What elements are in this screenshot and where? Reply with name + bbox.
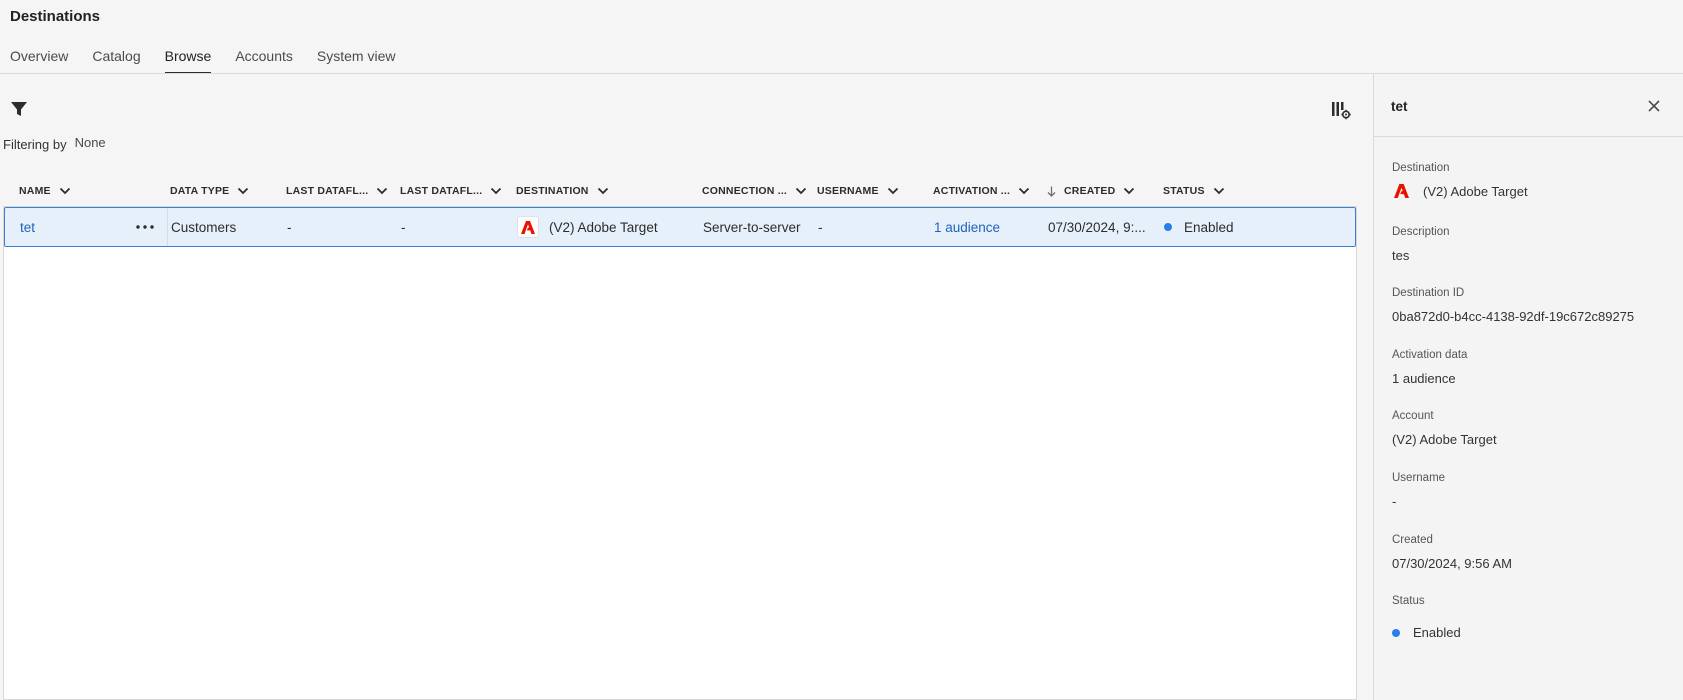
field-value-activation-data: 1 audience [1392, 371, 1456, 386]
column-header-label: USERNAME [817, 185, 879, 197]
filter-status: Filtering by None [3, 135, 106, 152]
column-header-created[interactable]: CREATED [1047, 176, 1135, 206]
chevron-down-icon [887, 187, 898, 195]
column-header-label: STATUS [1163, 185, 1205, 197]
tab-browse[interactable]: Browse [164, 47, 211, 75]
column-header-data-type[interactable]: DATA TYPE [170, 176, 249, 206]
row-activation-link[interactable]: 1 audience [934, 208, 1000, 246]
row-created: 07/30/2024, 9:... [1048, 219, 1146, 235]
column-header-name[interactable]: NAME [19, 176, 71, 206]
details-panel: tet Destination (V2) Adobe Target Descri… [1373, 74, 1683, 700]
column-header-last-dataflow-2[interactable]: LAST DATAFL... [400, 176, 502, 206]
filter-icon[interactable] [10, 100, 30, 118]
table-row[interactable]: tet Customers - - (V2) Adobe Target Serv… [4, 207, 1356, 247]
field-label-status: Status [1392, 595, 1425, 607]
tab-accounts[interactable]: Accounts [235, 47, 293, 75]
filtering-label: Filtering by [3, 137, 67, 152]
field-label-username: Username [1392, 472, 1446, 484]
chevron-down-icon [1213, 187, 1224, 195]
column-header-connection[interactable]: CONNECTION ... [702, 176, 807, 206]
adobe-logo-icon [1392, 182, 1410, 200]
chevron-down-icon [795, 187, 807, 195]
panel-divider [1374, 136, 1683, 137]
more-actions-icon[interactable] [135, 217, 155, 237]
adobe-logo-icon [517, 216, 539, 238]
destination-name: (V2) Adobe Target [549, 219, 658, 235]
field-value-account: (V2) Adobe Target [1392, 432, 1497, 447]
filtering-value: None [74, 135, 106, 150]
column-settings-icon[interactable] [1331, 100, 1351, 120]
field-value-created: 07/30/2024, 9:56 AM [1392, 556, 1512, 571]
chevron-down-icon [377, 187, 388, 195]
sort-descending-icon [1047, 186, 1056, 197]
field-label-destination-id: Destination ID [1392, 287, 1465, 299]
field-value-description: tes [1392, 248, 1410, 263]
row-username: - [818, 219, 823, 235]
field-label-created: Created [1392, 534, 1433, 546]
status-dot-icon [1164, 223, 1172, 231]
status-dot-icon [1392, 628, 1400, 637]
tab-system-view[interactable]: System view [317, 47, 396, 75]
chevron-down-icon [59, 187, 70, 195]
column-header-username[interactable]: USERNAME [817, 176, 899, 206]
field-label-destination: Destination [1392, 162, 1450, 174]
column-header-label: CONNECTION ... [702, 185, 788, 197]
cell-divider [167, 208, 168, 246]
row-last-dataflow-2: - [401, 219, 406, 235]
destination-value: (V2) Adobe Target [1423, 183, 1528, 199]
field-label-account: Account [1392, 410, 1434, 422]
chevron-down-icon [597, 187, 608, 195]
chevron-down-icon [1018, 187, 1030, 195]
row-status: Enabled [1164, 208, 1234, 246]
column-header-last-dataflow-1[interactable]: LAST DATAFL... [286, 176, 388, 206]
column-header-label: DESTINATION [516, 185, 589, 197]
row-data-type: Customers [171, 219, 237, 235]
row-name-link[interactable]: tet [20, 208, 35, 246]
row-destination: (V2) Adobe Target [517, 208, 658, 246]
field-value-status: Enabled [1392, 625, 1461, 640]
column-header-status[interactable]: STATUS [1163, 176, 1225, 206]
table-header: NAME DATA TYPE LAST DATAFL... LAST DATAF… [4, 176, 1356, 206]
row-last-dataflow-1: - [287, 219, 292, 235]
column-header-label: ACTIVATION ... [933, 185, 1011, 197]
column-header-label: LAST DATAFL... [286, 185, 369, 197]
row-connection: Server-to-server [703, 219, 801, 235]
close-icon[interactable] [1646, 98, 1662, 114]
field-value-destination: (V2) Adobe Target [1392, 182, 1528, 200]
tab-bar: Overview Catalog Browse Accounts System … [10, 47, 419, 75]
chevron-down-icon [1124, 187, 1135, 195]
panel-title: tet [1391, 99, 1408, 114]
tab-catalog[interactable]: Catalog [92, 47, 140, 75]
status-value: Enabled [1413, 625, 1461, 640]
column-header-label: CREATED [1064, 185, 1116, 197]
field-label-activation-data: Activation data [1392, 349, 1468, 361]
table-body: tet Customers - - (V2) Adobe Target Serv… [3, 206, 1357, 700]
chevron-down-icon [238, 187, 249, 195]
column-header-activation[interactable]: ACTIVATION ... [933, 176, 1030, 206]
column-header-destination[interactable]: DESTINATION [516, 176, 609, 206]
column-header-label: DATA TYPE [170, 185, 230, 197]
main-content: Filtering by None NAME DATA TYPE LAST DA… [0, 74, 1373, 700]
field-value-destination-id: 0ba872d0-b4cc-4138-92df-19c672c89275 [1392, 309, 1635, 324]
status-label: Enabled [1184, 219, 1234, 235]
field-label-description: Description [1392, 226, 1450, 238]
column-header-label: LAST DATAFL... [400, 185, 483, 197]
tab-overview[interactable]: Overview [10, 47, 68, 75]
field-value-username: - [1392, 494, 1397, 509]
page-title: Destinations [10, 8, 101, 25]
chevron-down-icon [491, 187, 502, 195]
column-header-label: NAME [19, 185, 51, 197]
